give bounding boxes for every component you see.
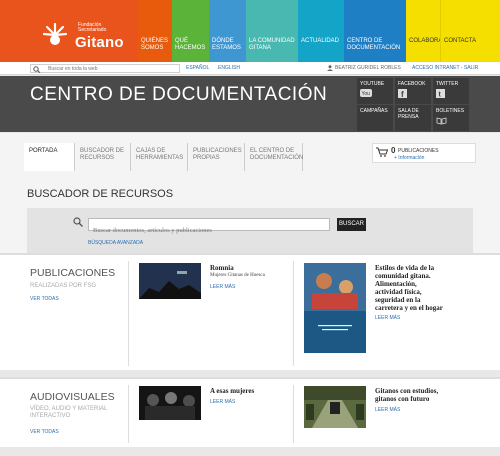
nav-donde-estamos[interactable]: DÓNDE ESTAMOS — [209, 0, 246, 62]
tab-publicaciones-propias[interactable]: PUBLICACIONES PROPIAS — [188, 143, 245, 171]
estilos-de-vida-title[interactable]: Estilos de vida de la comunidad gitana. … — [375, 264, 443, 312]
boletines-link[interactable]: BOLETINES — [433, 105, 469, 131]
user-name: BEATRIZ GURIDEL ROBLES — [335, 65, 401, 71]
a-esas-mujeres-leer-mas-link[interactable]: LEER MÁS — [210, 399, 235, 405]
nav-centro-de-documentacion[interactable]: CENTRO DE DOCUMENTACIÓN — [344, 0, 406, 62]
search-icon — [73, 217, 83, 227]
nav-colabora[interactable]: COLABORA — [406, 0, 442, 62]
search-icon[interactable] — [33, 66, 41, 73]
romnia-cover-image — [139, 263, 201, 299]
estilos-de-vida-thumbnail[interactable] — [304, 263, 366, 353]
romnia-title[interactable]: Romnia — [210, 264, 234, 272]
svg-text:You: You — [362, 91, 371, 97]
tab-cajas-de-herramientas[interactable]: CAJAS DE HERRAMIENTAS — [131, 143, 188, 171]
divider — [293, 385, 294, 443]
a-esas-mujeres-title[interactable]: A esas mujeres — [210, 387, 254, 395]
cart-count: 0 — [391, 146, 396, 155]
content-area: PORTADA BUSCADOR DE RECURSOS CAJAS DE HERR… — [0, 133, 500, 253]
facebook-icon: f — [398, 89, 407, 99]
buscar-button[interactable]: BUSCAR — [337, 218, 366, 231]
audiovisuales-subtitle: VÍDEO, AUDIO Y MATERIAL INTERACTIVO — [30, 406, 108, 419]
publicaciones-title: PUBLICACIONES — [30, 267, 116, 279]
nav-la-comunidad-gitana[interactable]: LA COMUNIDAD GITANA — [246, 0, 298, 62]
estilos-de-vida-cover-image — [304, 263, 366, 353]
publicaciones-subtitle: REALIZADAS POR FSG — [30, 283, 97, 289]
youtube-icon: You — [360, 89, 372, 97]
tab-buscador-de-recursos[interactable]: BUSCADOR DE RECURSOS — [75, 143, 131, 171]
tab-el-centro-de-documentacion[interactable]: EL CENTRO DE DOCUMENTACIÓN — [245, 143, 303, 171]
divider — [293, 261, 294, 366]
romnia-subtitle: Mujeres Gitanas de Huesca — [210, 273, 265, 278]
section-header: CENTRO DE DOCUMENTACIÓN YOUTUBE You FACE… — [0, 76, 500, 132]
divider — [128, 385, 129, 443]
cart-info-link[interactable]: + Información — [394, 155, 424, 161]
logo-text: Gitano — [75, 34, 124, 51]
romnia-leer-mas-link[interactable]: LEER MÁS — [210, 284, 235, 290]
site-search — [30, 64, 180, 73]
audiovisuales-title: AUDIOVISUALES — [30, 391, 115, 403]
gitanos-con-estudios-video-image — [304, 386, 366, 428]
campanas-link[interactable]: CAMPAÑAS — [357, 105, 393, 131]
user-icon — [327, 65, 333, 71]
lang-english-link[interactable]: ENGLISH — [218, 65, 240, 71]
page-title: CENTRO DE DOCUMENTACIÓN — [30, 84, 328, 105]
publications-cart[interactable]: 0 PUBLICACIONES + Información — [372, 143, 476, 163]
publicaciones-section: PUBLICACIONES REALIZADAS POR FSG VER TOD… — [0, 253, 500, 370]
logo-small-line2: Secretariado — [78, 27, 107, 33]
resource-search-panel: BUSCAR BÚSQUEDA AVANZADA — [27, 208, 473, 253]
social-links: YOUTUBE You FACEBOOK f TWITTER t CAMPAÑA… — [357, 76, 471, 132]
site-search-input[interactable] — [48, 65, 176, 72]
sala-de-prensa-link[interactable]: SALA DE PRENSA — [395, 105, 431, 131]
audiovisuales-ver-todas-link[interactable]: VER TODAS — [30, 429, 59, 435]
book-icon — [436, 117, 447, 125]
page: Fundación Secretariado Gitano QUIÉNES SOM… — [0, 0, 500, 456]
romnia-thumbnail[interactable] — [139, 263, 201, 299]
nav-contacta[interactable]: CONTACTA — [440, 0, 476, 62]
tab-portada[interactable]: PORTADA — [24, 143, 75, 171]
gitanos-con-estudios-thumbnail[interactable] — [304, 386, 366, 428]
publicaciones-ver-todas-link[interactable]: VER TODAS — [30, 296, 59, 302]
nav-que-hacemos[interactable]: QUÉ HACEMOS — [172, 0, 209, 62]
twitter-icon: t — [436, 89, 445, 99]
youtube-link[interactable]: YOUTUBE You — [357, 78, 393, 104]
audiovisuales-section: AUDIOVISUALES VÍDEO, AUDIO Y MATERIAL IN… — [0, 377, 500, 447]
utility-bar: ESPAÑOL ENGLISH BEATRIZ GURIDEL ROBLES A… — [0, 62, 500, 75]
sub-navigation: PORTADA BUSCADOR DE RECURSOS CAJAS DE HERR… — [24, 143, 303, 171]
intranet-access-link[interactable]: ACCESO INTRANET - SALIR — [412, 65, 478, 71]
divider — [128, 261, 129, 366]
nav-quienes-somos[interactable]: QUIÉNES SOMOS — [138, 0, 172, 62]
cart-icon — [376, 147, 388, 157]
advanced-search-link[interactable]: BÚSQUEDA AVANZADA — [88, 240, 143, 246]
logo[interactable]: Fundación Secretariado Gitano — [0, 0, 138, 62]
resource-search-input[interactable] — [89, 225, 329, 236]
lang-espanol-link[interactable]: ESPAÑOL — [186, 65, 209, 71]
nav-actualidad[interactable]: ACTUALIDAD — [298, 0, 344, 62]
twitter-link[interactable]: TWITTER t — [433, 78, 469, 104]
gitanos-con-estudios-leer-mas-link[interactable]: LEER MÁS — [375, 407, 400, 413]
cart-label: PUBLICACIONES — [398, 148, 439, 154]
a-esas-mujeres-thumbnail[interactable] — [139, 386, 201, 420]
estilos-de-vida-leer-mas-link[interactable]: LEER MÁS — [375, 315, 400, 321]
gitanos-con-estudios-title[interactable]: Gitanos con estudios, gitanos con futuro — [375, 387, 438, 403]
resource-search-field — [88, 218, 330, 236]
top-navigation: Fundación Secretariado Gitano QUIÉNES SOM… — [0, 0, 500, 62]
a-esas-mujeres-video-image — [139, 386, 201, 420]
buscador-title: BUSCADOR DE RECURSOS — [27, 188, 174, 200]
facebook-link[interactable]: FACEBOOK f — [395, 78, 431, 104]
nav-filler — [472, 0, 500, 62]
svg-text:f: f — [401, 90, 404, 98]
logo-hand-icon — [42, 22, 68, 45]
